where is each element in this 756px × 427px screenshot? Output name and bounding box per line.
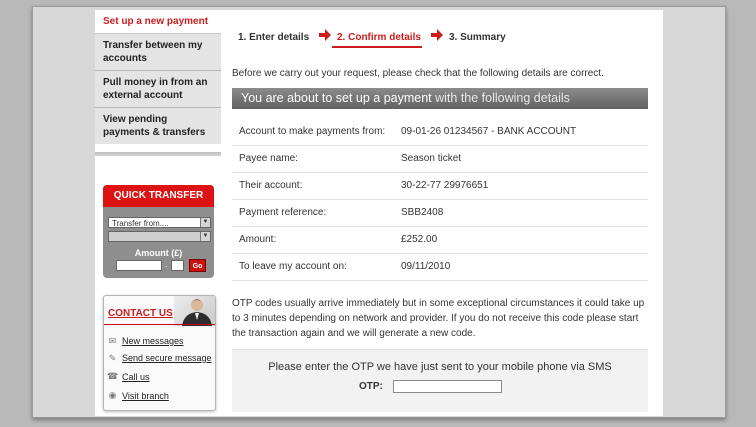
nav-shadow: [95, 152, 221, 156]
step-enter-details: 1. Enter details: [238, 32, 310, 43]
banner-rest: with the following details: [431, 91, 570, 105]
envelope-icon: ✉: [108, 336, 117, 346]
arrow-right-icon: [431, 29, 443, 41]
arrow-right-icon: [319, 29, 331, 41]
transfer-from-select[interactable]: Transfer from.... ▼: [108, 217, 211, 228]
transfer-from-value: Transfer from....: [112, 219, 169, 228]
pencil-icon: ✎: [108, 353, 117, 363]
row-value: Season ticket: [401, 153, 462, 164]
visit-branch-link[interactable]: Visit branch: [122, 391, 169, 401]
row-value: SBB2408: [401, 207, 444, 218]
transfer-to-select[interactable]: ▼: [108, 231, 211, 242]
quick-transfer-panel: QUICK TRANSFER Transfer from.... ▼ ▼ Amo…: [103, 185, 214, 278]
details-table: Account to make payments from: 09-01-26 …: [232, 119, 648, 281]
call-us-link[interactable]: Call us: [122, 372, 150, 382]
row-label: Payment reference:: [239, 207, 327, 218]
row-label: Account to make payments from:: [239, 126, 386, 137]
otp-input[interactable]: [393, 380, 502, 393]
row-value: 09/11/2010: [401, 261, 451, 272]
chevron-down-icon: ▼: [200, 232, 210, 241]
decimal-point: .: [165, 259, 168, 269]
chevron-down-icon: ▼: [200, 218, 210, 227]
nav-item-view-pending[interactable]: View pending payments & transfers: [95, 108, 221, 144]
active-step-underline: [332, 46, 422, 48]
table-row: Payee name: Season ticket: [232, 146, 648, 173]
row-value: 30-22-77 29976651: [401, 180, 489, 191]
send-secure-message-link[interactable]: Send secure message: [122, 353, 212, 363]
confirmation-banner: You are about to set up a payment with t…: [232, 88, 648, 109]
table-row: Amount: £252.00: [232, 227, 648, 254]
table-row: Payment reference: SBB2408: [232, 200, 648, 227]
contact-us-link[interactable]: CONTACT US: [108, 308, 173, 319]
go-button[interactable]: Go: [189, 259, 206, 272]
left-nav: Set up a new payment Transfer between my…: [95, 10, 221, 144]
otp-label: OTP:: [359, 381, 383, 392]
table-row: Their account: 30-22-77 29976651: [232, 173, 648, 200]
row-value: 09-01-26 01234567 - BANK ACCOUNT: [401, 126, 577, 137]
quick-transfer-title: QUICK TRANSFER: [103, 185, 214, 207]
row-label: Their account:: [239, 180, 303, 191]
new-messages-link[interactable]: New messages: [122, 336, 184, 346]
amount-pence-input[interactable]: [171, 260, 184, 271]
contact-us-panel: CONTACT US ✉ New messages ✎ Send secure …: [103, 295, 216, 411]
table-row: Account to make payments from: 09-01-26 …: [232, 119, 648, 146]
amount-pounds-input[interactable]: [116, 260, 162, 271]
otp-info-text: OTP codes usually arrive immediately but…: [232, 298, 645, 339]
row-label: To leave my account on:: [239, 261, 347, 272]
otp-entry-panel: Please enter the OTP we have just sent t…: [232, 349, 648, 412]
globe-icon: ◉: [108, 390, 117, 400]
intro-text: Before we carry out your request, please…: [232, 68, 604, 79]
step-confirm-details: 2. Confirm details: [337, 32, 421, 43]
row-value: £252.00: [401, 234, 438, 245]
amount-label: Amount (£): [134, 248, 183, 258]
nav-item-transfer-between-accounts[interactable]: Transfer between my accounts: [95, 34, 221, 71]
table-row: To leave my account on: 09/11/2010: [232, 254, 648, 281]
row-label: Payee name:: [239, 153, 298, 164]
otp-prompt: Please enter the OTP we have just sent t…: [268, 361, 612, 373]
contact-divider: [104, 324, 215, 325]
support-agent-photo: [174, 296, 215, 326]
row-label: Amount:: [239, 234, 277, 245]
step-summary: 3. Summary: [449, 32, 506, 43]
nav-item-pull-money-external[interactable]: Pull money in from an external account: [95, 71, 221, 108]
banner-strong: You are about to set up a payment: [241, 91, 432, 105]
phone-icon: ☎: [107, 371, 119, 381]
nav-item-set-up-payment[interactable]: Set up a new payment: [95, 10, 221, 34]
